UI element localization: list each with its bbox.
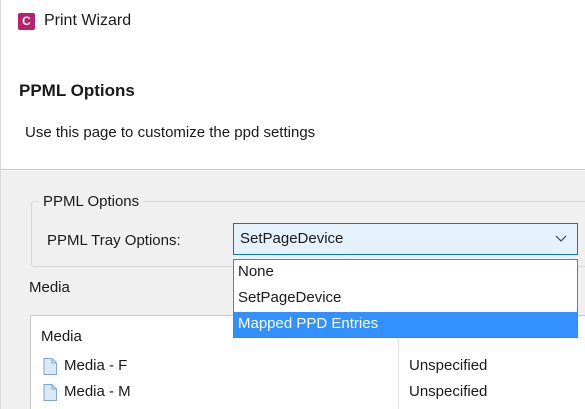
document-icon [43,358,57,375]
media-value: Unspecified [409,383,488,400]
table-row[interactable]: Media - F Unspecified [31,354,585,380]
dropdown-option-mapped-ppd-entries[interactable]: Mapped PPD Entries [234,312,577,337]
wizard-content: PPML Options PPML Tray Options: SetPageD… [1,171,585,409]
media-column-header[interactable]: Media [41,328,82,345]
print-wizard-window: C Print Wizard PPML Options Use this pag… [0,0,585,409]
tray-options-value: SetPageDevice [240,230,344,247]
document-icon [43,384,57,401]
title-bar: C Print Wizard [1,0,585,44]
wizard-header: PPML Options Use this page to customize … [1,44,585,170]
tray-options-combobox[interactable]: SetPageDevice [233,223,578,255]
dropdown-option-none[interactable]: None [234,260,577,285]
table-row[interactable]: Media - M Unspecified [31,380,585,406]
dropdown-option-setpagedevice[interactable]: SetPageDevice [234,286,577,311]
tray-options-label: PPML Tray Options: [47,232,181,249]
media-value: Unspecified [409,357,488,374]
chevron-down-icon [555,235,567,242]
ppml-options-group-label: PPML Options [39,193,144,210]
media-name: Media - M [64,383,131,400]
media-name: Media - F [64,357,128,374]
media-section-label: Media [29,279,70,296]
page-description: Use this page to customize the ppd setti… [25,124,316,141]
page-title: PPML Options [19,81,135,100]
window-title: Print Wizard [44,12,132,29]
tray-options-dropdown-list: None SetPageDevice Mapped PPD Entries [233,259,578,338]
app-logo-icon: C [18,13,35,30]
